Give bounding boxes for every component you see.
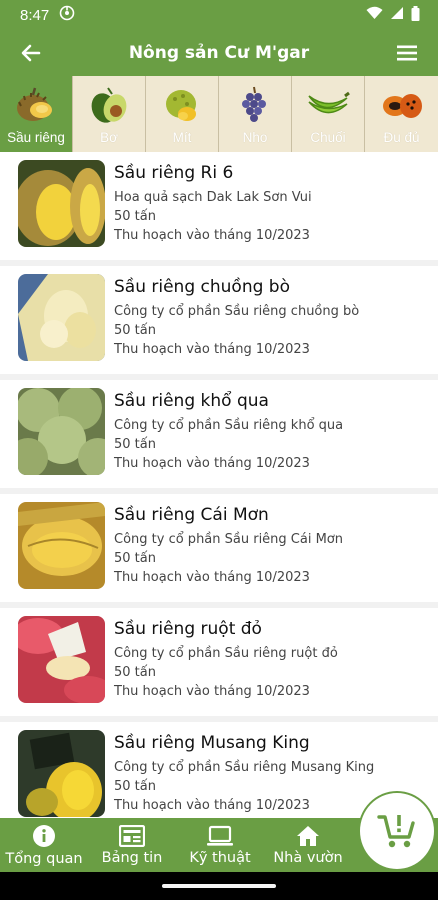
product-company: Công ty cổ phần Sầu riêng khổ qua [114, 418, 344, 433]
product-image [18, 160, 105, 247]
product-name: Sầu riêng khổ qua [114, 391, 269, 411]
laptop-icon [207, 825, 233, 846]
nav-label: Tổng quan [5, 850, 83, 867]
product-quantity: 50 tấn [114, 323, 156, 338]
page-title: Nông sản Cư M'gar [128, 43, 310, 63]
product-quantity: 50 tấn [114, 437, 156, 452]
product-card[interactable]: Sầu riêng Cái Mơn Công ty cổ phần Sầu ri… [0, 494, 438, 602]
jackfruit-icon [166, 90, 196, 121]
product-quantity: 50 tấn [114, 665, 156, 680]
product-image [18, 730, 105, 817]
product-image [18, 274, 105, 361]
tab-label: Đu đủ [383, 130, 420, 145]
category-tabs: Sầu riêng Bơ Mít Nho Chuối Đu đủ [0, 76, 438, 152]
product-harvest: Thu hoạch vào tháng 10/2023 [114, 342, 310, 357]
nav-label: Kỹ thuật [189, 849, 251, 866]
tab-chuoi[interactable]: Chuối [292, 76, 365, 152]
product-card[interactable]: Sầu riêng ruột đỏ Công ty cổ phần Sầu ri… [0, 608, 438, 716]
menu-button[interactable] [376, 30, 438, 76]
product-company: Công ty cổ phần Sầu riêng chuồng bò [114, 304, 360, 319]
nav-tong-quan[interactable]: Tổng quan [0, 818, 88, 872]
product-card[interactable]: Sầu riêng chuồng bò Công ty cổ phần Sầu … [0, 266, 438, 374]
avocado-icon [91, 87, 127, 123]
product-harvest: Thu hoạch vào tháng 10/2023 [114, 456, 310, 471]
nav-nha-vuon[interactable]: Nhà vườn [264, 818, 352, 872]
product-card[interactable]: Sầu riêng khổ qua Công ty cổ phần Sầu ri… [0, 380, 438, 488]
tab-label: Chuối [310, 130, 346, 145]
home-icon [297, 825, 319, 846]
product-quantity: 50 tấn [114, 209, 156, 224]
battery-icon [411, 5, 420, 25]
product-image [18, 388, 105, 475]
wifi-icon [366, 6, 383, 24]
product-harvest: Thu hoạch vào tháng 10/2023 [114, 570, 310, 585]
tab-label: Sầu riêng [7, 130, 65, 145]
product-name: Sầu riêng Ri 6 [114, 163, 234, 183]
product-image [18, 502, 105, 589]
product-company: Công ty cổ phần Sầu riêng Musang King [114, 760, 375, 775]
durian-icon [17, 87, 52, 121]
papaya-icon [382, 94, 422, 118]
product-harvest: Thu hoạch vào tháng 10/2023 [114, 798, 310, 813]
tab-label: Nho [242, 130, 268, 145]
tab-label: Bơ [100, 130, 118, 145]
nav-label: Bảng tin [101, 849, 163, 866]
banana-icon [308, 91, 350, 114]
product-name: Sầu riêng ruột đỏ [114, 619, 262, 639]
system-nav-bar [0, 872, 438, 900]
cart-alert-icon [377, 815, 415, 848]
product-name: Sầu riêng Musang King [114, 733, 310, 753]
product-company: Công ty cổ phần Sầu riêng Cái Mơn [114, 532, 344, 547]
newspaper-icon [119, 824, 145, 847]
grape-icon [242, 86, 266, 122]
tab-bo[interactable]: Bơ [73, 76, 146, 152]
signal-icon [390, 6, 404, 24]
product-quantity: 50 tấn [114, 551, 156, 566]
hamburger-icon [397, 45, 417, 61]
product-name: Sầu riêng Cái Mơn [114, 505, 269, 525]
product-quantity: 50 tấn [114, 779, 156, 794]
product-harvest: Thu hoạch vào tháng 10/2023 [114, 228, 310, 243]
home-gesture-pill[interactable] [162, 884, 276, 888]
app-notification-icon [59, 5, 75, 25]
cart-button[interactable] [358, 791, 436, 871]
tab-mit[interactable]: Mít [146, 76, 219, 152]
tab-sau-rieng[interactable]: Sầu riêng [0, 76, 73, 152]
tab-nho[interactable]: Nho [219, 76, 292, 152]
status-bar: 8:47 [0, 0, 438, 30]
nav-bang-tin[interactable]: Bảng tin [88, 818, 176, 872]
product-company: Hoa quả sạch Dak Lak Sơn Vui [114, 190, 312, 205]
product-harvest: Thu hoạch vào tháng 10/2023 [114, 684, 310, 699]
app-bar: Nông sản Cư M'gar [0, 30, 438, 76]
product-company: Công ty cổ phần Sầu riêng ruột đỏ [114, 646, 338, 661]
product-name: Sầu riêng chuồng bò [114, 277, 290, 297]
status-time: 8:47 [20, 6, 50, 24]
back-button[interactable] [0, 30, 62, 76]
product-image [18, 616, 105, 703]
tab-du-du[interactable]: Đu đủ [365, 76, 438, 152]
tab-label: Mít [172, 130, 192, 145]
product-list: Sầu riêng Ri 6 Hoa quả sạch Dak Lak Sơn … [0, 152, 438, 818]
arrow-left-icon [21, 44, 41, 62]
info-icon [33, 824, 55, 847]
nav-label: Nhà vườn [273, 849, 343, 866]
product-card[interactable]: Sầu riêng Ri 6 Hoa quả sạch Dak Lak Sơn … [0, 152, 438, 260]
nav-ky-thuat[interactable]: Kỹ thuật [176, 818, 264, 872]
